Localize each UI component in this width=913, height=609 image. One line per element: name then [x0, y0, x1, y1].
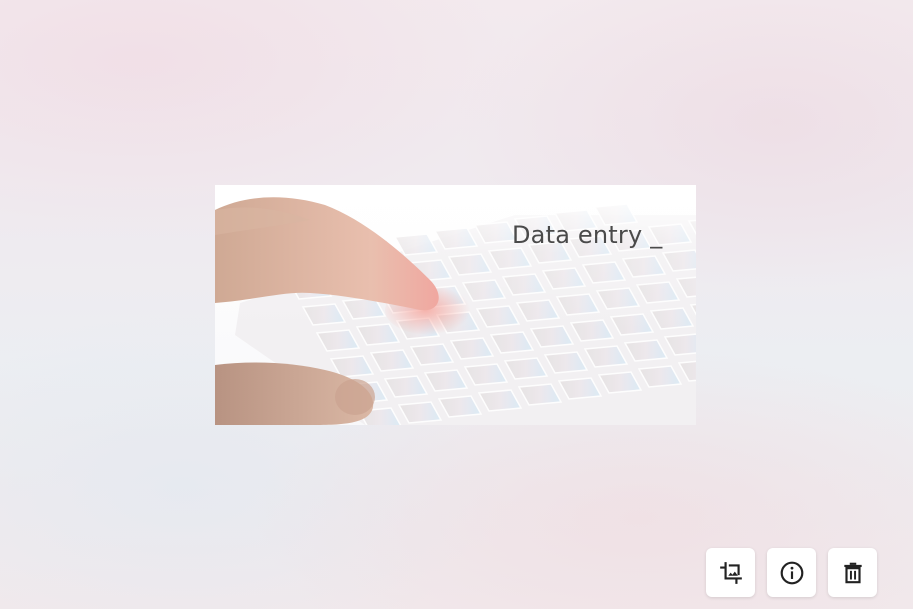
crop-button[interactable] — [706, 548, 755, 597]
crop-icon — [719, 561, 742, 584]
info-button[interactable] — [767, 548, 816, 597]
image-preview: Data entry _ — [215, 185, 696, 425]
image-toolbar — [706, 548, 877, 597]
info-icon — [780, 561, 803, 584]
trash-icon — [843, 562, 862, 583]
image-viewer-backdrop: Data entry _ — [0, 0, 913, 609]
delete-button[interactable] — [828, 548, 877, 597]
image-caption: Data entry _ — [512, 221, 663, 249]
